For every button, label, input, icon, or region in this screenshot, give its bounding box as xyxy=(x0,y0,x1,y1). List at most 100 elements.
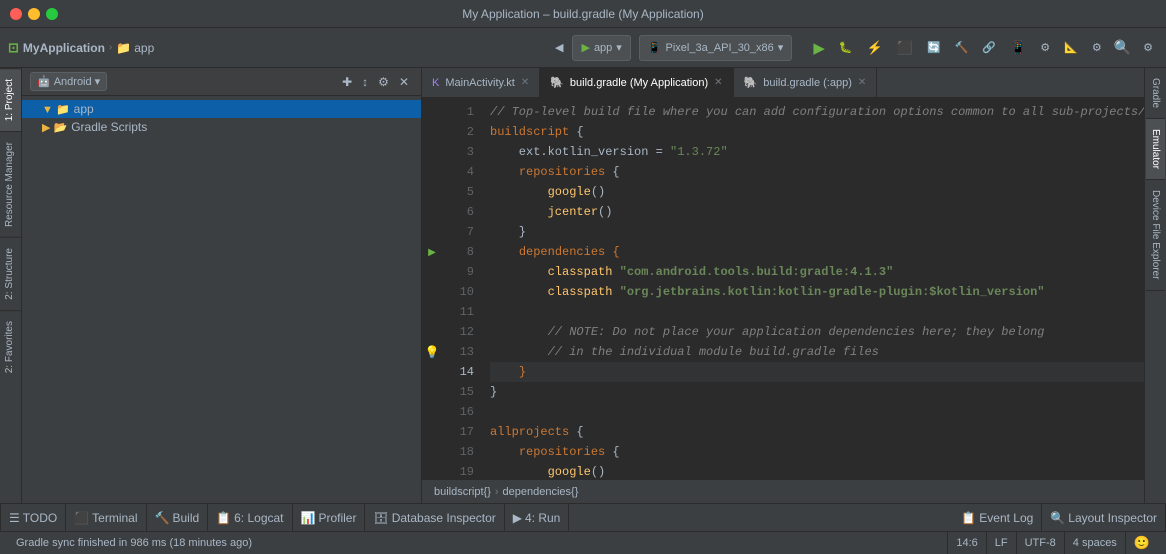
project-name[interactable]: MyApplication xyxy=(23,41,105,55)
code-line-19: google() xyxy=(490,462,1144,479)
cursor-position[interactable]: 14:6 xyxy=(947,532,985,554)
add-item-button[interactable]: ✚ xyxy=(338,73,356,91)
line-num-4: 4 xyxy=(442,162,474,182)
line-num-11: 11 xyxy=(442,302,474,322)
gutter-bulb-13[interactable]: 💡 xyxy=(422,342,442,362)
tree-item-gradle-scripts[interactable]: ▶ 📂 Gradle Scripts xyxy=(22,118,421,136)
database-inspector-tab[interactable]: 🗄 Database Inspector xyxy=(365,504,504,531)
code-line-11 xyxy=(490,302,1144,322)
bc-item-dependencies[interactable]: dependencies{} xyxy=(503,486,579,498)
gutter-19 xyxy=(422,462,442,479)
minimize-button[interactable] xyxy=(28,8,40,20)
maximize-button[interactable] xyxy=(46,8,58,20)
right-vtabs-panel: Gradle Emulator Device File Explorer xyxy=(1144,68,1166,503)
android-view-selector[interactable]: 🤖 Android ▾ xyxy=(30,72,107,91)
tab-build-gradle-app[interactable]: 🐘 build.gradle (My Application) ✕ xyxy=(540,68,733,97)
panel-settings-button[interactable]: ⚙ xyxy=(374,73,393,91)
vtab-emulator[interactable]: Emulator xyxy=(1146,119,1165,180)
status-emoji: 🙂 xyxy=(1134,535,1150,551)
status-bar: Gradle sync finished in 986 ms (18 minut… xyxy=(0,531,1166,553)
build-tab[interactable]: 🔨 Build xyxy=(147,504,209,531)
editor-content[interactable]: ▶ 💡 1 2 3 xyxy=(422,98,1144,479)
window-controls xyxy=(10,8,58,20)
search-everywhere-button[interactable]: 🔍 xyxy=(1111,36,1134,59)
tab-close-build-gradle-module[interactable]: ✕ xyxy=(858,77,866,88)
breadcrumb-bar: buildscript{} › dependencies{} xyxy=(422,479,1144,503)
device-dropdown-arrow: ▾ xyxy=(778,41,784,54)
tab-close-build-gradle[interactable]: ✕ xyxy=(714,77,722,88)
charset[interactable]: UTF-8 xyxy=(1016,532,1064,554)
tab-mainactivity[interactable]: K MainActivity.kt ✕ xyxy=(422,68,540,97)
line-separator[interactable]: LF xyxy=(986,532,1016,554)
indent-indicator[interactable]: 4 spaces xyxy=(1064,532,1125,554)
code-line-16 xyxy=(490,402,1144,422)
event-log-icon: 📋 xyxy=(961,511,976,525)
back-button[interactable]: ◀ xyxy=(550,38,568,57)
app-selector-dropdown[interactable]: ▶ app ▾ xyxy=(572,35,630,61)
kt-icon: K xyxy=(432,77,439,89)
code-line-10: classpath "org.jetbrains.kotlin:kotlin-g… xyxy=(490,282,1144,302)
run-config-icon: ▶ xyxy=(581,41,589,54)
emoji-indicator[interactable]: 🙂 xyxy=(1125,532,1158,554)
attach-debugger-button[interactable]: 🔗 xyxy=(977,38,1001,57)
close-button[interactable] xyxy=(10,8,22,20)
avd-manager-button[interactable]: 📱 xyxy=(1005,37,1031,59)
debug-button[interactable]: 🐛 xyxy=(834,38,858,57)
gradle-icon-main: 🐘 xyxy=(550,76,564,89)
device-selector-dropdown[interactable]: 📱 Pixel_3a_API_30_x86 ▾ xyxy=(639,35,792,61)
tab-label-build-gradle: build.gradle (My Application) xyxy=(570,77,708,89)
gutter-run-8[interactable]: ▶ xyxy=(422,242,442,262)
selector-arrow: ▾ xyxy=(95,75,101,88)
code-text-8: dependencies { xyxy=(490,242,620,262)
app-folder-label[interactable]: 📁 app xyxy=(116,41,154,55)
profile-button[interactable]: ⚡ xyxy=(862,37,888,59)
run-tab[interactable]: ▶ 4: Run xyxy=(505,504,570,531)
stop-button[interactable]: ⬛ xyxy=(892,37,918,59)
code-line-12: // NOTE: Do not place your application d… xyxy=(490,322,1144,342)
event-log-tab[interactable]: 📋 Event Log xyxy=(953,504,1042,531)
code-text-14: } xyxy=(490,362,526,382)
vtab-structure[interactable]: 2: Structure xyxy=(0,237,21,310)
code-text-5: google() xyxy=(490,182,605,202)
todo-tab[interactable]: ☰ TODO xyxy=(0,504,66,531)
tab-build-gradle-module[interactable]: 🐘 build.gradle (:app) ✕ xyxy=(734,68,878,97)
code-area[interactable]: // Top-level build file where you can ad… xyxy=(482,98,1144,479)
close-panel-button[interactable]: ✕ xyxy=(395,73,413,91)
build-label: Build xyxy=(172,511,199,525)
vtab-project[interactable]: 1: Project xyxy=(0,68,21,131)
logcat-tab[interactable]: 📋 6: Logcat xyxy=(208,504,292,531)
sync-project-button[interactable]: ↕ xyxy=(358,73,372,91)
bc-item-buildscript[interactable]: buildscript{} xyxy=(434,486,491,498)
gutter-18 xyxy=(422,442,442,462)
android-label: Android xyxy=(54,76,92,88)
profiler-label: Profiler xyxy=(318,511,356,525)
run-config-button[interactable]: ⚙ xyxy=(1087,38,1107,57)
vtab-gradle[interactable]: Gradle xyxy=(1146,68,1165,119)
vtab-resource-manager[interactable]: Resource Manager xyxy=(0,131,21,237)
line-num-15: 15 xyxy=(442,382,474,402)
code-line-8: dependencies { xyxy=(490,242,1144,262)
sync-button[interactable]: 🔄 xyxy=(922,38,946,57)
make-button[interactable]: 🔨 xyxy=(950,38,974,57)
gutter-3 xyxy=(422,142,442,162)
project-panel-toolbar: 🤖 Android ▾ ✚ ↕ ⚙ ✕ xyxy=(22,68,421,96)
layout-inspector-tab[interactable]: 🔍 Layout Inspector xyxy=(1042,504,1166,531)
tab-close-mainactivity[interactable]: ✕ xyxy=(521,77,529,88)
project-panel: 🤖 Android ▾ ✚ ↕ ⚙ ✕ ▼ 📁 app ▶ 📂 Gradle S… xyxy=(22,68,422,503)
code-line-7: } xyxy=(490,222,1144,242)
gutter-11 xyxy=(422,302,442,322)
code-text-13: // in the individual module build.gradle… xyxy=(490,342,879,362)
vtab-favorites[interactable]: 2: Favorites xyxy=(0,310,21,383)
title-bar: My Application – build.gradle (My Applic… xyxy=(0,0,1166,28)
device-selector-label: Pixel_3a_API_30_x86 xyxy=(666,42,774,54)
settings-button[interactable]: ⚙ xyxy=(1138,38,1158,57)
profiler-tab[interactable]: 📊 Profiler xyxy=(293,504,366,531)
vtab-device-explorer[interactable]: Device File Explorer xyxy=(1146,180,1165,290)
run-button[interactable]: ▶ xyxy=(808,36,830,60)
terminal-tab[interactable]: ⬛ Terminal xyxy=(66,504,146,531)
sync-message: Gradle sync finished in 986 ms (18 minut… xyxy=(8,537,260,549)
sdk-manager-button[interactable]: ⚙ xyxy=(1035,38,1055,57)
bottom-toolbar: ☰ TODO ⬛ Terminal 🔨 Build 📋 6: Logcat 📊 … xyxy=(0,503,1166,531)
tree-item-app[interactable]: ▼ 📁 app xyxy=(22,100,421,118)
project-structure-button[interactable]: 📐 xyxy=(1059,38,1083,57)
